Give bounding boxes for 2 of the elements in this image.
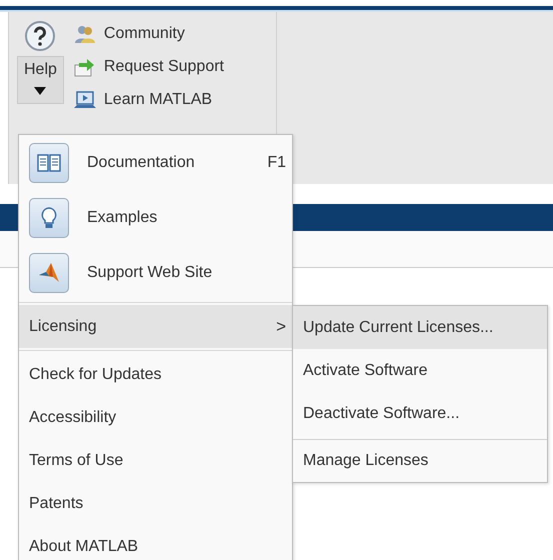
shortcut-label: F1 <box>267 154 286 172</box>
submenu-arrow: > <box>276 316 286 336</box>
